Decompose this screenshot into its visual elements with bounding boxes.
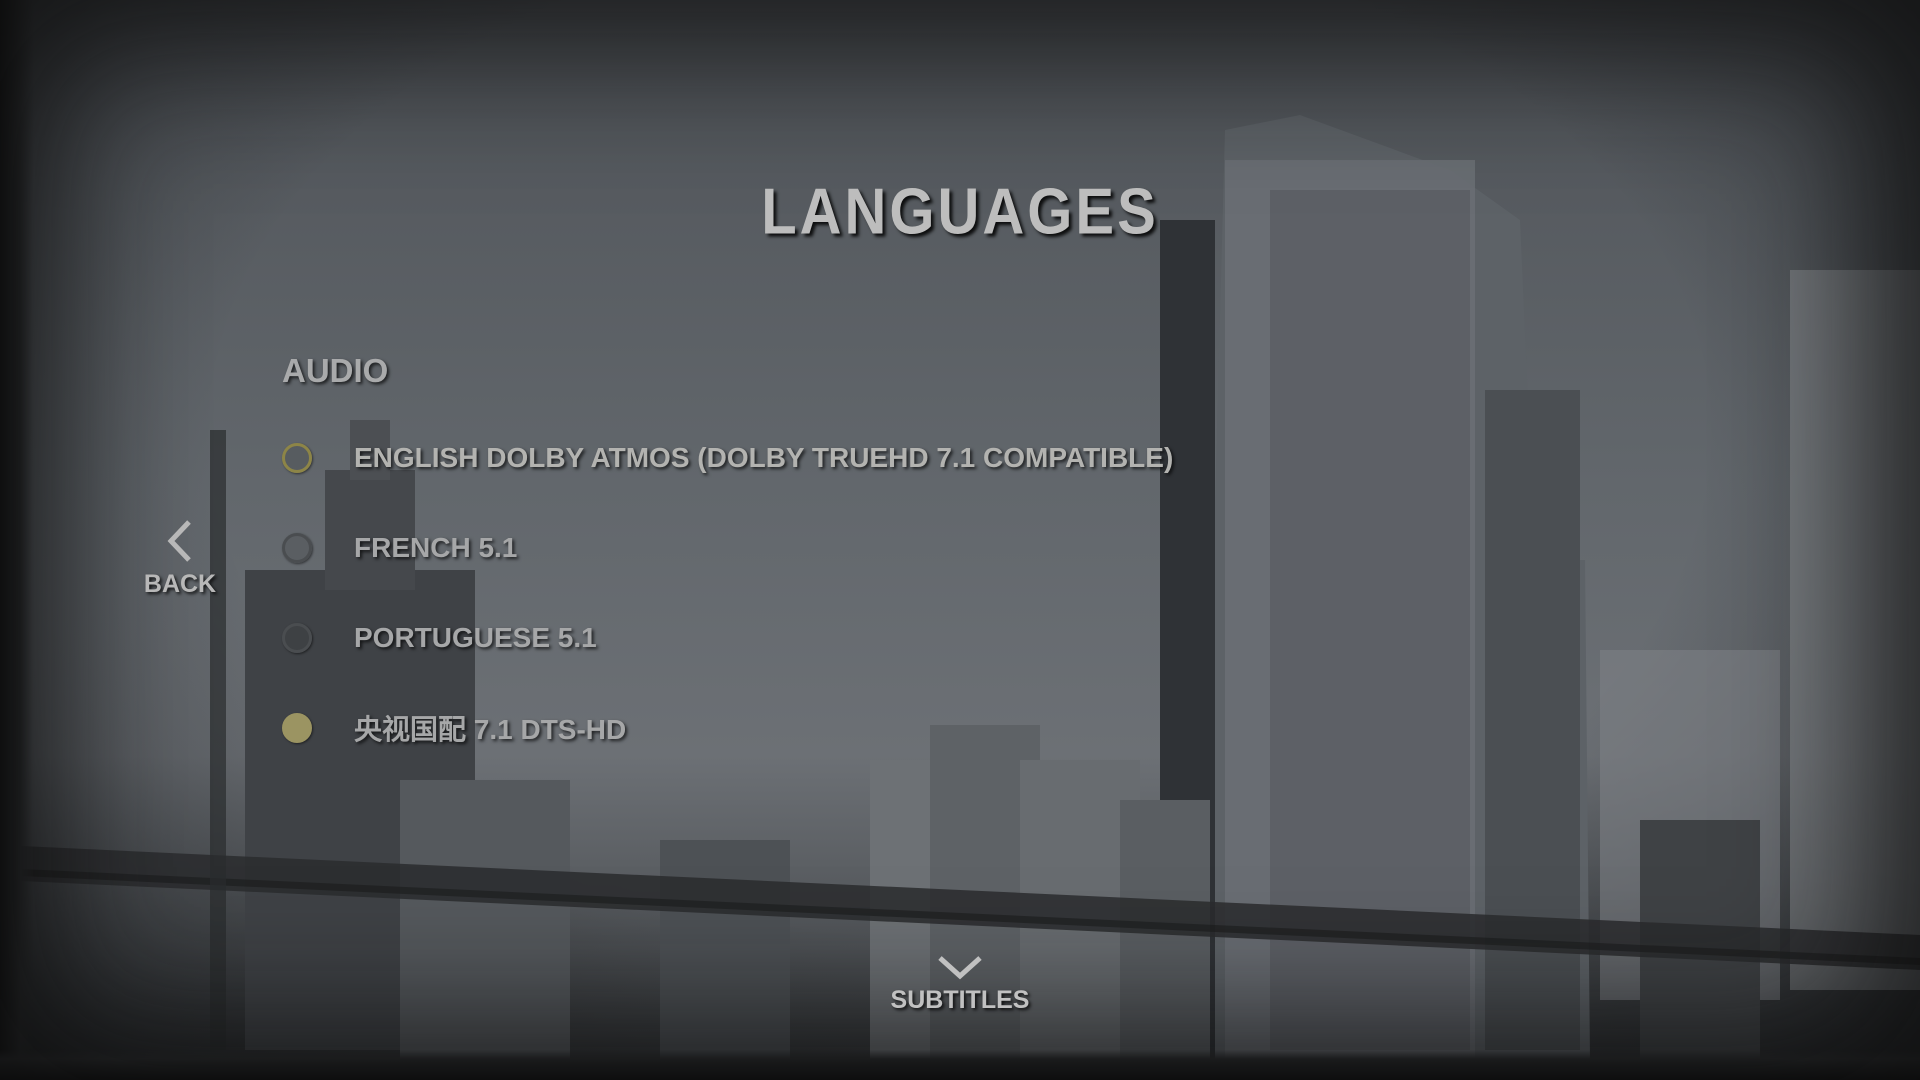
chevron-left-icon [167,520,191,562]
audio-option-label: PORTUGUESE 5.1 [354,622,597,653]
chevron-down-icon [938,956,982,980]
subtitles-button[interactable]: SUBTITLES [860,952,1060,1015]
audio-option-cctv-dub[interactable]: 央视国配 7.1 DTS-HD [282,700,626,756]
back-button[interactable]: BACK [134,518,226,599]
audio-option-label: FRENCH 5.1 [354,532,518,563]
subtitles-label: SUBTITLES [890,986,1030,1014]
audio-option-label: ENGLISH DOLBY ATMOS (DOLBY TRUEHD 7.1 CO… [354,442,1174,473]
film-frame-bottom-edge [0,1050,1920,1080]
audio-option-english-atmos[interactable]: ENGLISH DOLBY ATMOS (DOLBY TRUEHD 7.1 CO… [282,430,1173,486]
audio-option-portuguese[interactable]: PORTUGUESE 5.1 [282,610,597,666]
audio-option-label: 央视国配 7.1 DTS-HD [354,714,627,745]
radio-button-selected[interactable] [282,713,312,743]
audio-section-label: AUDIO [282,352,389,389]
back-label: BACK [143,570,217,598]
radio-button[interactable] [282,533,312,563]
film-frame-left-edge [0,0,34,1080]
page-title: LANGUAGES [761,175,1159,248]
radio-button[interactable] [282,623,312,653]
radio-button[interactable] [282,443,312,473]
audio-option-french[interactable]: FRENCH 5.1 [282,520,517,576]
